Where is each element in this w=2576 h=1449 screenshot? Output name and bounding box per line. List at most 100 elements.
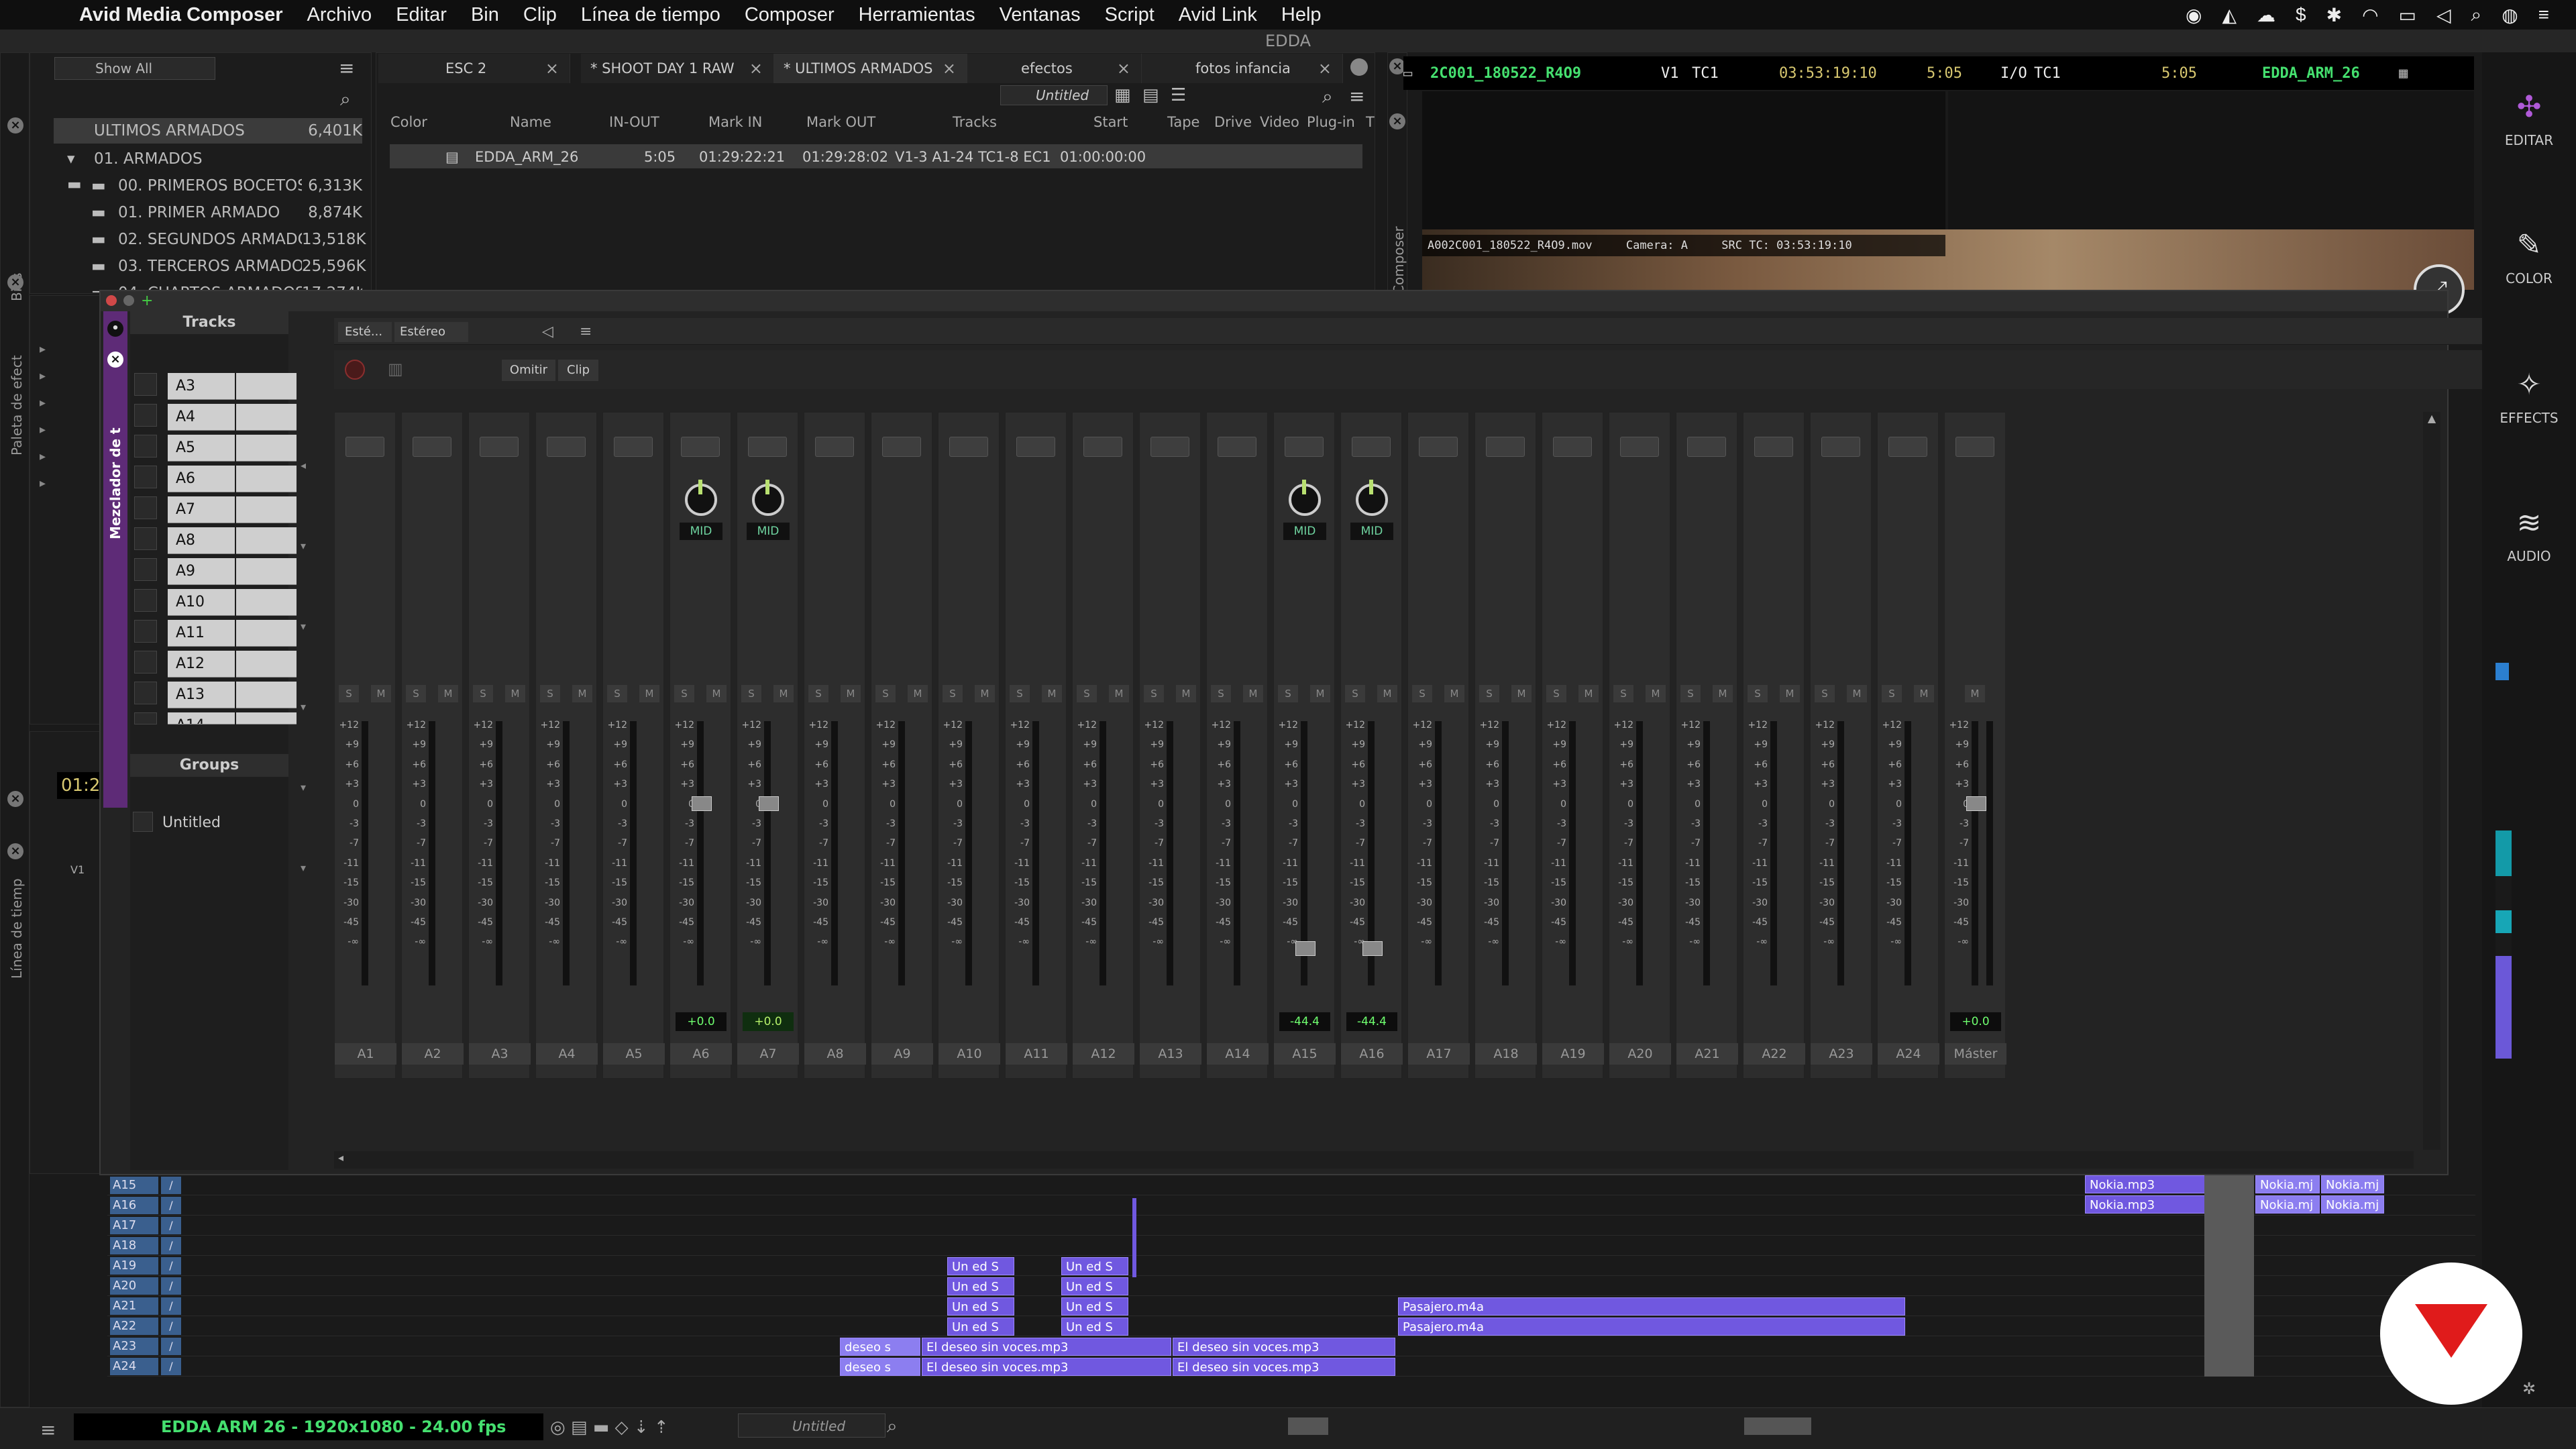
- timeline-clip[interactable]: Un ed S: [1061, 1318, 1128, 1336]
- track-select[interactable]: V1: [1645, 65, 1685, 82]
- channel-link-button[interactable]: [1285, 437, 1324, 457]
- channel-link-button[interactable]: [1083, 437, 1122, 457]
- menu-herramientas[interactable]: Herramientas: [847, 4, 987, 26]
- mute-button[interactable]: M: [639, 685, 659, 702]
- timeline-clip[interactable]: deseo s: [840, 1358, 920, 1376]
- track-label[interactable]: A20: [110, 1277, 158, 1295]
- mode-left-button[interactable]: Esté...: [338, 322, 392, 342]
- mute-button[interactable]: M: [1713, 685, 1733, 702]
- siri-icon[interactable]: ◍: [2502, 4, 2518, 26]
- solo-button[interactable]: S: [1278, 685, 1298, 702]
- timeline-track[interactable]: A17/: [107, 1216, 2475, 1236]
- track-checkbox[interactable]: [134, 558, 157, 581]
- channel-link-button[interactable]: [1419, 437, 1458, 457]
- solo-button[interactable]: S: [1613, 685, 1633, 702]
- timeline-tool-icon[interactable]: ◎ ▤ ▬ ◇ ⇣ ⇡: [550, 1417, 669, 1438]
- workspace-effects[interactable]: ✧ EFFECTS: [2482, 368, 2576, 426]
- solo-button[interactable]: S: [540, 685, 560, 702]
- track-label[interactable]: A16: [110, 1197, 158, 1214]
- solo-button[interactable]: S: [1479, 685, 1499, 702]
- mixer-left-arrows[interactable]: ◂ ▾ ▾ ▾ ▾ ▾: [301, 425, 306, 908]
- volume-value[interactable]: -44.4: [1279, 1012, 1330, 1031]
- menu-bin[interactable]: Bin: [459, 4, 511, 26]
- timeline-track[interactable]: A22/: [107, 1316, 2475, 1336]
- clip-button[interactable]: Clip: [558, 360, 598, 381]
- bin-view-dropdown[interactable]: Untitled: [1000, 85, 1108, 105]
- track-item[interactable]: A8: [168, 527, 235, 554]
- channel-link-button[interactable]: [480, 437, 519, 457]
- solo-button[interactable]: S: [875, 685, 896, 702]
- volume-icon[interactable]: ◁: [2436, 4, 2451, 26]
- monitor-icon[interactable]: ▭: [1403, 65, 1430, 82]
- mute-button[interactable]: M: [1914, 685, 1934, 702]
- channel-name[interactable]: A7: [737, 1043, 799, 1065]
- hamburger-icon[interactable]: ≡: [339, 57, 354, 79]
- col-color[interactable]: Color: [390, 114, 427, 130]
- stereo-mode-button[interactable]: Estéreo: [394, 322, 468, 342]
- menu-list-icon[interactable]: ≡: [2538, 4, 2549, 25]
- timeline-clip[interactable]: deseo s: [840, 1338, 920, 1356]
- track-item[interactable]: A12: [168, 651, 235, 678]
- mute-button[interactable]: M: [505, 685, 525, 702]
- upload-icon[interactable]: ◭: [2222, 4, 2237, 26]
- volume-value[interactable]: +0.0: [1950, 1012, 2001, 1031]
- bin-row[interactable]: ULTIMOS ARMADOS 6,401K: [54, 118, 362, 144]
- track-checkbox[interactable]: [134, 712, 157, 724]
- volume-fader[interactable]: [759, 796, 779, 811]
- channel-link-button[interactable]: [1687, 437, 1726, 457]
- pan-knob-icon[interactable]: [1356, 480, 1388, 516]
- timeline-clip[interactable]: Un ed S: [947, 1277, 1014, 1295]
- solo-button[interactable]: S: [1077, 685, 1097, 702]
- pan-knob-icon[interactable]: [1289, 480, 1321, 516]
- tab-ultimos-armados[interactable]: * ULTIMOS ARMADOS ×: [774, 54, 967, 83]
- effects-tree-arrows[interactable]: ▸ ▸ ▸ ▸ ▸ ▸: [40, 336, 46, 497]
- composer-side-tab[interactable]: Composer: [1391, 226, 1407, 294]
- menu-clip[interactable]: Clip: [511, 4, 569, 26]
- solo-button[interactable]: S: [1680, 685, 1701, 702]
- track-patch-icon[interactable]: /: [161, 1358, 181, 1375]
- menu-editar[interactable]: Editar: [384, 4, 459, 26]
- channel-name[interactable]: A2: [402, 1043, 464, 1065]
- timeline-clip[interactable]: Un ed S: [947, 1318, 1014, 1336]
- close-icon[interactable]: ×: [1389, 113, 1405, 129]
- track-label[interactable]: A17: [110, 1217, 158, 1234]
- track-item[interactable]: A7: [168, 496, 235, 523]
- mute-button[interactable]: M: [1511, 685, 1532, 702]
- channel-name[interactable]: A11: [1006, 1043, 1067, 1065]
- close-icon[interactable]: ×: [749, 54, 763, 83]
- track-label[interactable]: A21: [110, 1297, 158, 1315]
- show-all-dropdown[interactable]: Show All: [54, 57, 215, 80]
- mute-button[interactable]: M: [1847, 685, 1867, 702]
- close-icon[interactable]: [106, 295, 117, 306]
- close-icon[interactable]: ×: [1117, 54, 1130, 83]
- channel-name[interactable]: A23: [1811, 1043, 1872, 1065]
- record-icon[interactable]: ◉: [2186, 4, 2202, 26]
- script-view-icon[interactable]: ▤: [1142, 85, 1159, 105]
- workspace-audio[interactable]: ≋ AUDIO: [2482, 506, 2576, 564]
- channel-link-button[interactable]: [1955, 437, 1994, 457]
- timeline-track[interactable]: A21/: [107, 1296, 2475, 1316]
- channel-name[interactable]: A22: [1743, 1043, 1805, 1065]
- channel-link-button[interactable]: [882, 437, 921, 457]
- track-checkbox[interactable]: [134, 527, 157, 550]
- track-item[interactable]: A5: [168, 435, 235, 462]
- channel-link-button[interactable]: [748, 437, 787, 457]
- solo-button[interactable]: S: [1345, 685, 1365, 702]
- solo-button[interactable]: S: [339, 685, 359, 702]
- channel-name[interactable]: A15: [1274, 1043, 1336, 1065]
- channel-name[interactable]: A21: [1676, 1043, 1738, 1065]
- tc-label[interactable]: TC1: [1685, 65, 1739, 82]
- track-item[interactable]: A10: [168, 589, 235, 616]
- timeline-clip[interactable]: Un ed S: [1061, 1297, 1128, 1316]
- track-patch-icon[interactable]: /: [161, 1237, 181, 1254]
- channel-link-button[interactable]: [1821, 437, 1860, 457]
- timeline-clip[interactable]: El deseo sin voces.mp3: [922, 1338, 1171, 1356]
- close-icon[interactable]: ×: [107, 352, 123, 368]
- channel-name[interactable]: A12: [1073, 1043, 1134, 1065]
- col-name[interactable]: Name: [510, 114, 551, 130]
- bin-folder-row[interactable]: ▾ ▬ 01. ARMADOS: [54, 146, 362, 193]
- timeline-track[interactable]: A18/: [107, 1236, 2475, 1256]
- track-checkbox[interactable]: [134, 435, 157, 458]
- channel-name[interactable]: A13: [1140, 1043, 1201, 1065]
- solo-button[interactable]: S: [607, 685, 627, 702]
